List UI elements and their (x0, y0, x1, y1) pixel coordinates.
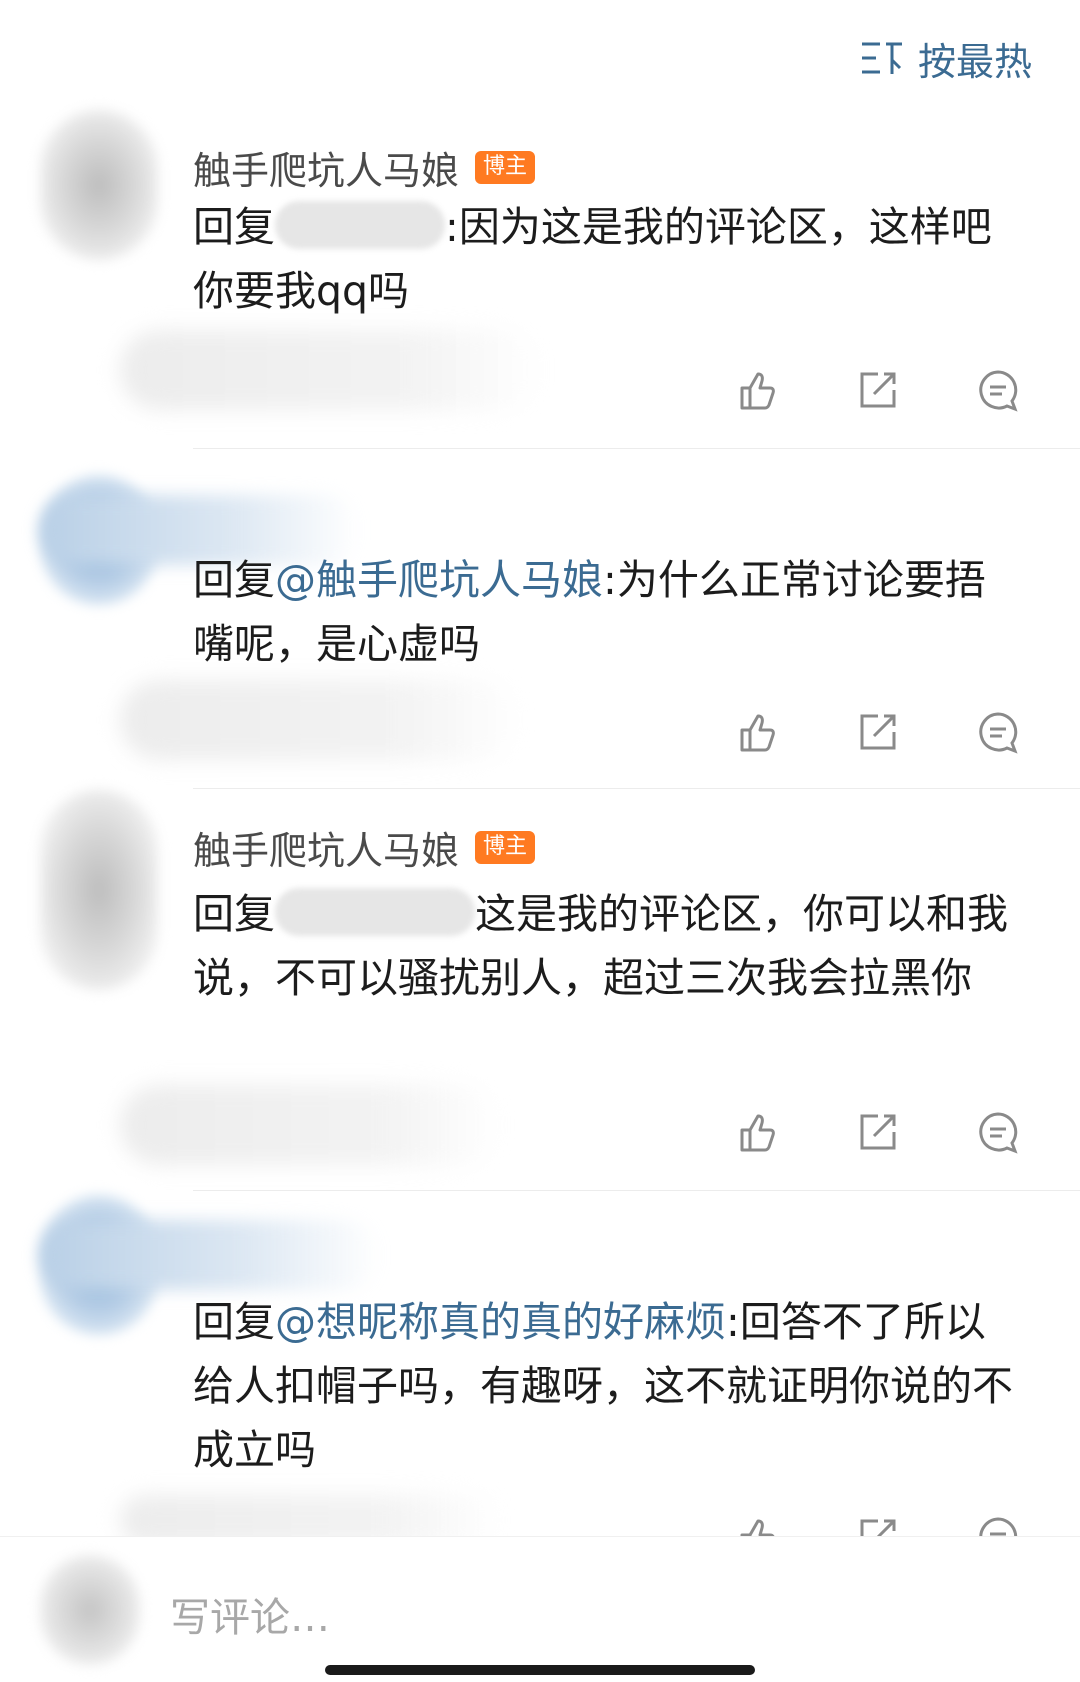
redacted-username (275, 888, 475, 936)
like-icon[interactable] (736, 710, 780, 754)
reply-prefix: 回复 (193, 556, 275, 604)
redacted-username (275, 201, 445, 249)
comment-text: 回复:因为这是我的评论区，这样吧你要我qq吗 (193, 195, 1023, 323)
comment-meta (120, 680, 520, 760)
mention-link[interactable]: @想昵称真的真的好麻烦 (275, 1298, 726, 1346)
comment-header: 触手爬坑人马娘 博主 (193, 140, 536, 195)
comment-text: 回复 这是我的评论区，你可以和我说，不可以骚扰别人，超过三次我会拉黑你 (193, 882, 1023, 1010)
comment-icon[interactable] (976, 368, 1020, 412)
home-indicator (325, 1665, 755, 1675)
compose-bar (0, 1536, 1080, 1682)
author-badge: 博主 (475, 151, 536, 184)
reply-prefix: 回复 (193, 203, 275, 251)
share-icon[interactable] (856, 368, 900, 412)
comment-input[interactable]: 写评论… (170, 1585, 330, 1643)
sort-button[interactable]: 按最热 (860, 28, 1032, 88)
avatar[interactable] (40, 790, 158, 990)
comment-icon[interactable] (976, 710, 1020, 754)
redacted-author-name (40, 1220, 380, 1290)
avatar (40, 1555, 140, 1665)
avatar[interactable] (40, 110, 158, 260)
reply-prefix: 回复 (193, 1298, 275, 1346)
comment-meta (120, 330, 540, 410)
author-badge: 博主 (475, 831, 536, 864)
like-icon[interactable] (736, 1110, 780, 1154)
author-name[interactable]: 触手爬坑人马娘 (193, 140, 459, 195)
comment-text: 回复@触手爬坑人马娘:为什么正常讨论要捂嘴呢，是心虚吗 (193, 548, 1023, 676)
author-name[interactable]: 触手爬坑人马娘 (193, 820, 459, 875)
comment-meta (120, 1085, 500, 1165)
share-icon[interactable] (856, 710, 900, 754)
sort-label: 按最热 (917, 39, 1032, 84)
comment-actions (736, 368, 1020, 412)
sort-icon (860, 38, 904, 78)
divider (193, 1190, 1080, 1191)
comment-actions (736, 710, 1020, 754)
divider (193, 788, 1080, 789)
share-icon[interactable] (856, 1110, 900, 1154)
comment-actions (736, 1110, 1020, 1154)
reply-prefix: 回复 (193, 890, 275, 938)
like-icon[interactable] (736, 368, 780, 412)
comment-icon[interactable] (976, 1110, 1020, 1154)
comment-text: 回复@想昵称真的真的好麻烦:回答不了所以给人扣帽子吗，有趣呀，这不就证明你说的不… (193, 1290, 1023, 1482)
divider (193, 448, 1080, 449)
comment-header: 触手爬坑人马娘 博主 (193, 820, 536, 875)
mention-link[interactable]: @触手爬坑人马娘 (275, 556, 603, 604)
